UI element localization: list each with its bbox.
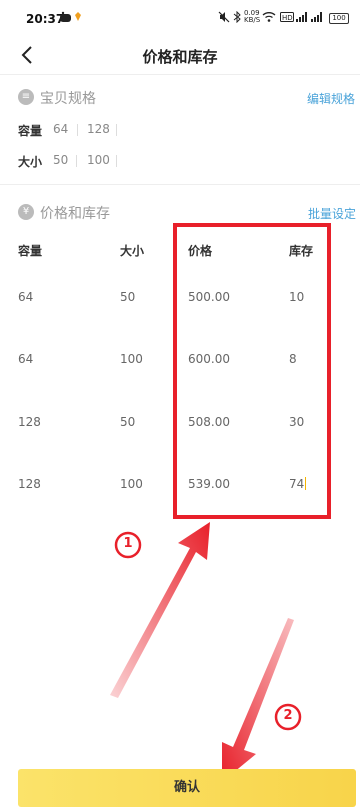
batch-set-link[interactable]: 批量设定 [308,205,356,222]
spec-value[interactable]: 100 [87,153,110,167]
cell-capacity: 128 [18,415,41,429]
yuan-icon: ¥ [18,204,34,220]
spec-label-capacity: 容量 [18,124,43,138]
column-header-stock: 库存 [289,244,314,258]
spec-separator [116,155,117,167]
spec-value[interactable]: 64 [53,122,68,136]
cell-size: 50 [120,290,136,304]
page-title: 价格和库存 [142,48,218,66]
column-header-capacity: 容量 [18,244,43,258]
stock-input[interactable]: 30 [289,415,304,429]
cell-capacity: 64 [18,352,34,366]
spec-value[interactable]: 50 [53,153,68,167]
stock-input-active[interactable]: 74 [289,477,307,491]
price-input[interactable]: 539.00 [188,477,230,491]
confirm-button[interactable]: 确认 [18,769,356,807]
bluetooth-icon [233,10,241,26]
edit-spec-link[interactable]: 编辑规格 [307,90,355,107]
highlight-box [173,223,331,519]
signal-icon [296,11,308,26]
cell-capacity: 128 [18,477,41,491]
stock-input[interactable]: 10 [289,290,304,304]
status-time: 20:37 [26,12,65,26]
status-bar: 20:37 0.09 KB/S HD 100 [0,0,360,38]
price-section-title: 价格和库存 [40,206,110,222]
marker-2-number: 2 [283,708,293,723]
battery-icon: 100 [329,13,349,24]
nav-bar: 价格和库存 [0,38,360,74]
price-input[interactable]: 500.00 [188,290,230,304]
spec-separator [116,124,117,136]
cell-size: 100 [120,352,143,366]
wifi-icon [262,11,276,26]
cell-size: 50 [120,415,136,429]
signal-2-icon [311,11,323,26]
cell-capacity: 64 [18,290,34,304]
stock-input[interactable]: 8 [289,352,297,366]
column-header-price: 价格 [188,244,213,258]
app-notification-icon [60,11,86,26]
column-header-size: 大小 [120,244,145,258]
cell-size: 100 [120,477,143,491]
spec-separator [76,155,77,167]
text-cursor [305,477,307,490]
spec-value[interactable]: 128 [87,122,110,136]
price-input[interactable]: 508.00 [188,415,230,429]
svg-text:HD: HD [282,14,293,22]
arrow-2 [222,618,294,782]
marker-1-number: 1 [123,536,133,551]
hd-icon: HD [280,11,294,26]
stock-value: 74 [289,477,305,491]
spec-label-size: 大小 [18,155,43,169]
mute-icon [218,11,230,26]
list-icon: ≡ [18,89,34,105]
divider [0,74,360,75]
spec-separator [77,124,78,136]
price-input[interactable]: 600.00 [188,352,230,366]
divider [0,184,360,185]
spec-section-title: 宝贝规格 [40,91,96,107]
net-speed: 0.09 KB/S [244,9,261,24]
